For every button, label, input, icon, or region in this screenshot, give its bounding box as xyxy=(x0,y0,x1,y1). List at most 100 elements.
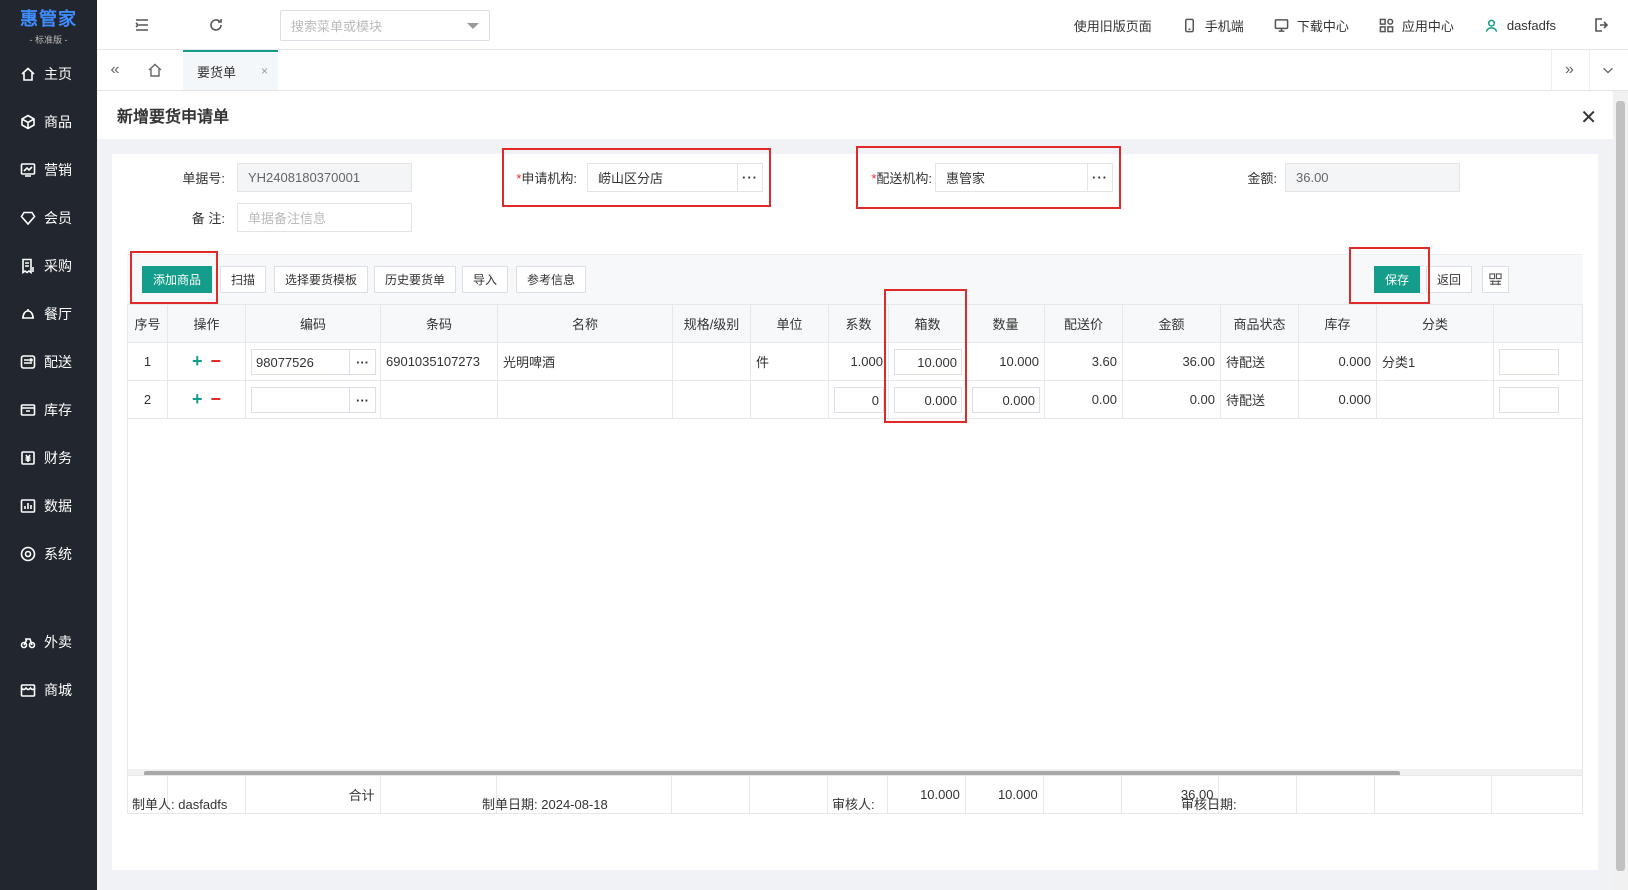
vertical-scrollbar-thumb[interactable] xyxy=(1616,101,1625,871)
select-template-button[interactable]: 选择要货模板 xyxy=(274,266,369,293)
qty-cell: 0.000 xyxy=(967,381,1045,418)
chart-icon xyxy=(20,163,36,177)
column-header[interactable]: 名称 xyxy=(498,305,673,342)
sidebar-item-label: 商城 xyxy=(44,682,72,698)
refresh-icon[interactable] xyxy=(201,10,231,40)
highlight-apply-org xyxy=(502,148,771,207)
column-header[interactable]: 规格/级别 xyxy=(673,305,751,342)
amount-label: 金额: xyxy=(1247,171,1277,186)
sidebar-item-3[interactable]: 会员 xyxy=(0,194,97,242)
qty-input[interactable]: 0.000 xyxy=(972,387,1040,413)
sidebar-item-8[interactable]: 财务 xyxy=(0,434,97,482)
columns-settings-icon[interactable] xyxy=(1482,266,1509,293)
create-date-info: 制单日期: 2024-08-18 xyxy=(482,794,608,813)
sidebar-item-2[interactable]: 营销 xyxy=(0,146,97,194)
home-tab-icon[interactable] xyxy=(137,50,173,90)
diamond-icon xyxy=(20,211,36,226)
column-header[interactable]: 操作 xyxy=(168,305,246,342)
reference-button[interactable]: 参考信息 xyxy=(516,266,587,293)
sidebar-item-0[interactable]: 主页 xyxy=(0,50,97,98)
column-header[interactable]: 数量 xyxy=(967,305,1045,342)
mobile-label: 手机端 xyxy=(1204,18,1244,34)
app-center-link[interactable]: 应用中心 xyxy=(1379,16,1454,35)
column-header[interactable]: 商品状态 xyxy=(1221,305,1299,342)
remove-row-icon[interactable]: − xyxy=(211,389,222,410)
history-button[interactable]: 历史要货单 xyxy=(374,266,457,293)
column-header[interactable]: 编码 xyxy=(246,305,381,342)
remove-row-icon[interactable]: − xyxy=(211,351,222,372)
doc-no-field: YH2408180370001 xyxy=(237,163,412,192)
mobile-link[interactable]: 手机端 xyxy=(1182,16,1244,35)
column-header[interactable]: 系数 xyxy=(829,305,889,342)
code-input[interactable]: 98077526 ··· xyxy=(251,349,376,375)
column-header[interactable]: 配送价 xyxy=(1045,305,1123,342)
category-cell: 分类1 xyxy=(1377,343,1494,380)
sidebar-item-6[interactable]: 配送 xyxy=(0,338,97,386)
sidebar-item-1[interactable]: 商品 xyxy=(0,98,97,146)
bars-icon xyxy=(20,499,36,513)
logout-icon[interactable] xyxy=(1586,10,1616,40)
tabs-scroll-right-icon[interactable]: » xyxy=(1551,50,1587,90)
row-actions: + − xyxy=(168,343,246,380)
old-page-label: 使用旧版页面 xyxy=(1073,18,1152,34)
column-header[interactable]: 分类 xyxy=(1377,305,1494,342)
sidebar-item-label: 数据 xyxy=(44,498,72,514)
stock-cell: 0.000 xyxy=(1299,381,1377,418)
column-header[interactable]: 金额 xyxy=(1123,305,1221,342)
tabs-scroll-left-icon[interactable]: « xyxy=(97,50,133,90)
tabs-dropdown-icon[interactable] xyxy=(1589,50,1625,90)
username: dasfadfs xyxy=(1506,17,1556,33)
sidebar-item-x0[interactable]: 外卖 xyxy=(0,618,97,666)
code-input[interactable]: ··· xyxy=(251,387,376,413)
sidebar-item-5[interactable]: 餐厅 xyxy=(0,290,97,338)
creator-info: 制单人: dasfadfs xyxy=(132,794,227,813)
sidebar-item-label: 配送 xyxy=(44,354,72,370)
import-button[interactable]: 导入 xyxy=(462,266,509,293)
download-center-link[interactable]: 下载中心 xyxy=(1274,16,1349,35)
factor-input[interactable]: 0 xyxy=(834,387,884,413)
summary-cell xyxy=(381,776,498,813)
creator-value: dasfadfs xyxy=(178,797,228,812)
summary-boxes: 10.000 xyxy=(888,776,966,813)
sidebar-item-x1[interactable]: 商城 xyxy=(0,666,97,714)
sidebar-item-10[interactable]: 系统 xyxy=(0,530,97,578)
column-header[interactable]: 条码 xyxy=(381,305,498,342)
amount-value: 36.00 xyxy=(1296,170,1329,185)
auditor-info: 审核人: xyxy=(832,794,875,813)
sidebar-item-4[interactable]: 采购 xyxy=(0,242,97,290)
old-page-link[interactable]: 使用旧版页面 xyxy=(1074,16,1152,35)
sidebar-item-7[interactable]: 库存 xyxy=(0,386,97,434)
price-cell: 3.60 xyxy=(1045,343,1123,380)
column-header[interactable]: 序号 xyxy=(128,305,168,342)
add-row-icon[interactable]: + xyxy=(192,389,203,410)
home-icon xyxy=(21,67,35,81)
row-actions: + − xyxy=(168,381,246,418)
code-picker-button[interactable]: ··· xyxy=(349,388,375,412)
close-icon[interactable]: ✕ xyxy=(1580,105,1597,130)
user-menu[interactable]: dasfadfs xyxy=(1484,18,1556,33)
spec-cell xyxy=(673,381,751,418)
extra-input[interactable] xyxy=(1499,349,1559,375)
remark-input[interactable]: 单据备注信息 xyxy=(237,203,412,232)
tab-close-icon[interactable]: × xyxy=(261,64,268,78)
amount-cell: 36.00 xyxy=(1123,343,1221,380)
menu-search-input[interactable]: 搜索菜单或模块 xyxy=(280,10,490,41)
qty-cell: 10.000 xyxy=(967,343,1045,380)
vertical-scrollbar[interactable] xyxy=(1613,91,1628,890)
code-picker-button[interactable]: ··· xyxy=(349,350,375,374)
logo[interactable]: 惠管家 - 标准版 - xyxy=(0,0,97,50)
box-icon xyxy=(20,404,36,416)
add-row-icon[interactable]: + xyxy=(192,351,203,372)
menu-toggle-icon[interactable] xyxy=(127,10,157,40)
extra-input[interactable] xyxy=(1499,387,1559,413)
column-header[interactable]: 库存 xyxy=(1299,305,1377,342)
tab-requisition[interactable]: 要货单 × xyxy=(183,50,278,90)
column-header[interactable]: 单位 xyxy=(751,305,829,342)
summary-cell xyxy=(1375,776,1493,813)
monitor-icon xyxy=(1274,18,1289,32)
scan-button[interactable]: 扫描 xyxy=(220,266,267,293)
back-button[interactable]: 返回 xyxy=(1426,266,1473,293)
sidebar-item-9[interactable]: 数据 xyxy=(0,482,97,530)
horizontal-scrollbar[interactable] xyxy=(128,769,1582,775)
stock-cell: 0.000 xyxy=(1299,343,1377,380)
